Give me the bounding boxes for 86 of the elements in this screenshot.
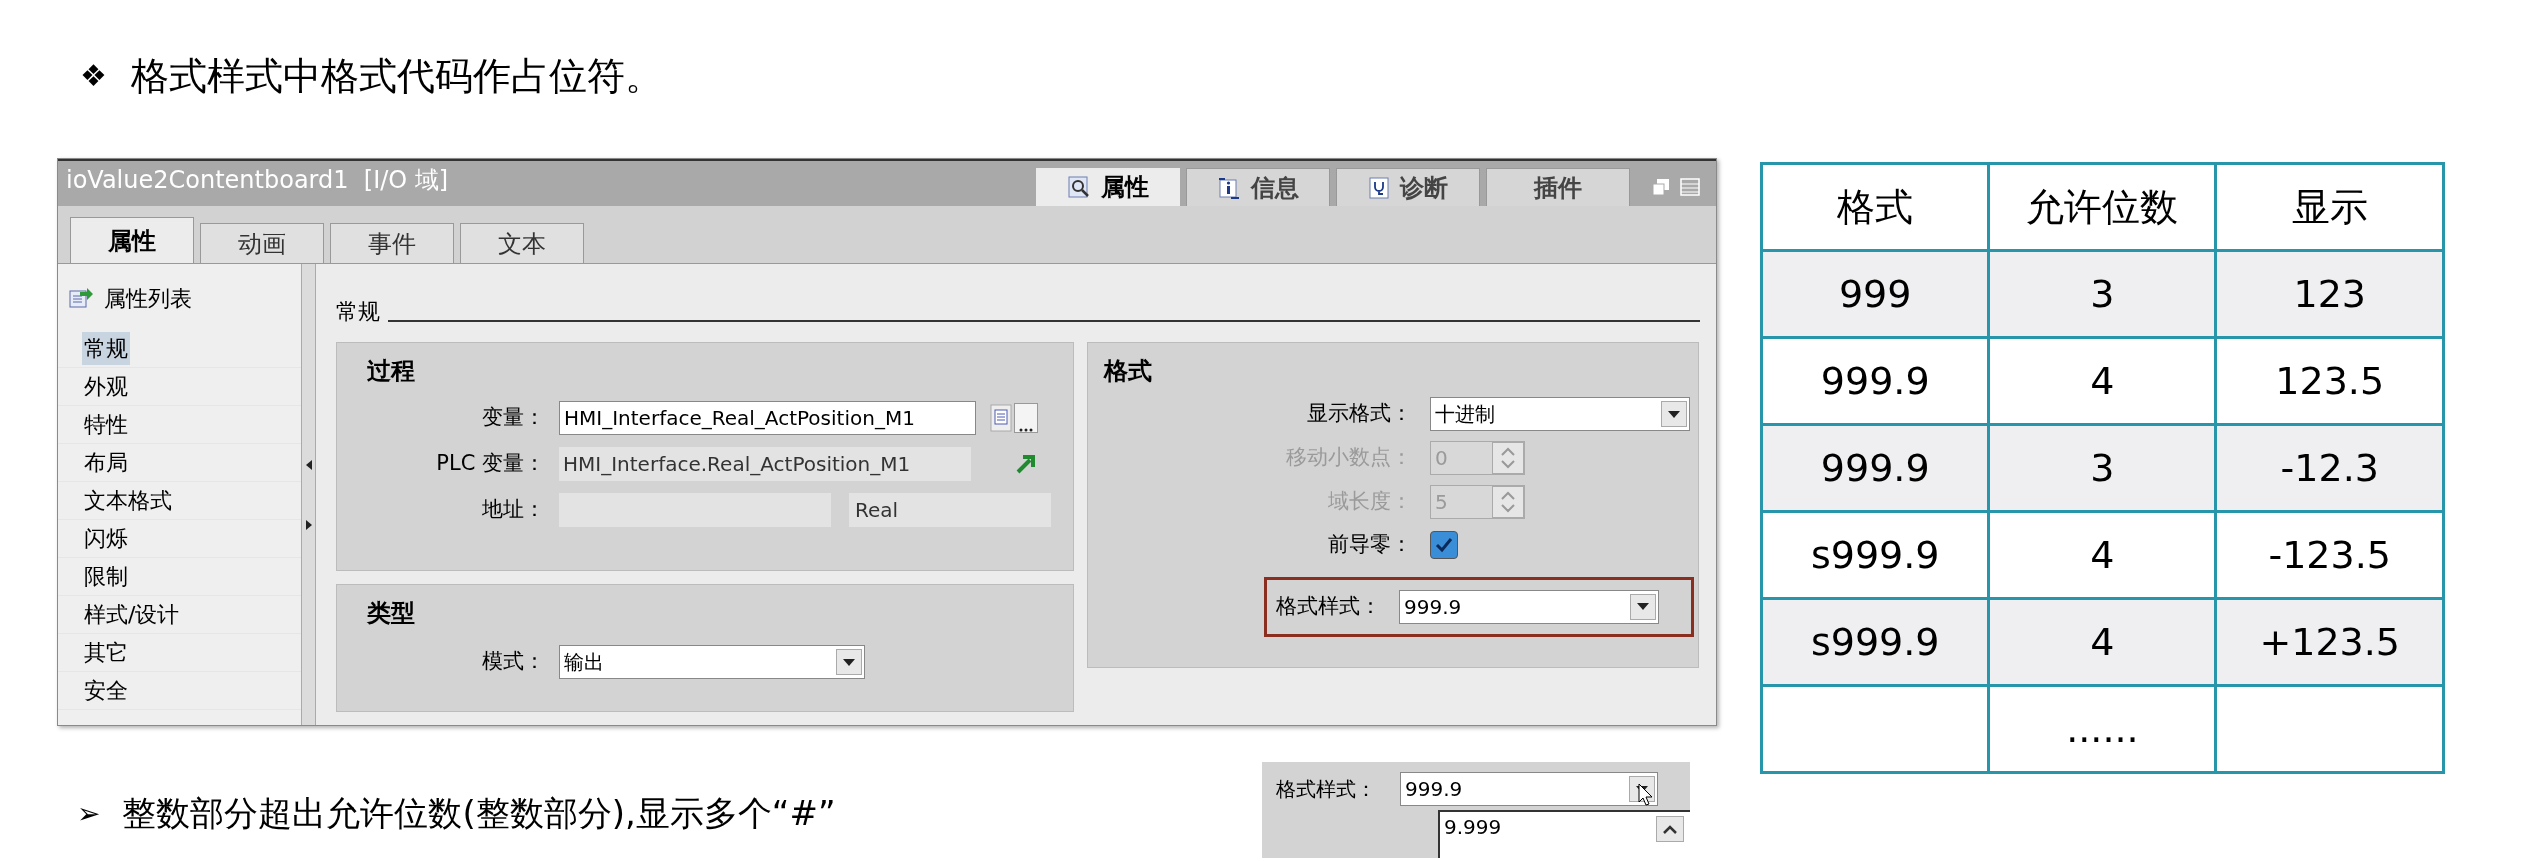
column-header: 格式 — [1761, 163, 1989, 251]
arrow-bullet-icon: ➢ — [77, 792, 101, 835]
sidebar-item[interactable]: 常规 — [82, 332, 130, 365]
field-label: 地址： — [481, 496, 545, 524]
table-cell: 999.9 — [1820, 445, 1930, 490]
panel-tab[interactable]: 信息 — [1186, 168, 1330, 206]
panel-tab[interactable]: 插件 — [1486, 168, 1630, 206]
table-cell: 123.5 — [2275, 358, 2385, 403]
field-label: 变量： — [481, 404, 545, 432]
stethoscope-icon — [1368, 175, 1390, 200]
arrow-icon[interactable] — [1015, 453, 1037, 475]
browse-button[interactable] — [1014, 403, 1038, 433]
field-label: 移动小数点： — [1285, 444, 1412, 472]
scroll-up-button[interactable] — [1656, 816, 1684, 842]
table-cell: -123.5 — [2268, 532, 2391, 577]
dropdown-option[interactable]: 9.999 — [1444, 812, 1656, 842]
caret-icon — [1668, 410, 1680, 418]
right-arrow-icon[interactable] — [304, 518, 313, 531]
tab[interactable]: 动画 — [200, 223, 324, 263]
table-cell: -12.3 — [2280, 445, 2379, 490]
table-cell: 4 — [2090, 532, 2115, 577]
dropdown-list[interactable]: 9.999 — [1438, 810, 1690, 858]
table-cell: +123.5 — [2259, 619, 2401, 664]
up-down-icon — [1492, 442, 1524, 474]
caret-icon — [843, 658, 855, 666]
field-label: 格式样式： — [1276, 776, 1376, 803]
format-pattern-dropdown[interactable]: 999.9 — [1400, 772, 1658, 806]
window-title: ioValue2Contentboard1 [I/O 域] — [65, 165, 449, 196]
group-title: 类型 — [367, 598, 416, 629]
panel-tab[interactable]: 诊断 — [1336, 168, 1480, 206]
section-title: 常规 — [336, 298, 380, 326]
display-format-dropdown[interactable]: 十进制 — [1430, 397, 1690, 431]
tag-field[interactable]: HMI_Interface_Real_ActPosition_M1 — [559, 401, 976, 435]
heading-text: 格式样式中格式代码作占位符。 — [130, 53, 663, 100]
sidebar-header: 属性列表 — [104, 284, 192, 313]
tab[interactable]: 属性 — [70, 217, 194, 263]
format-pattern-dropdown[interactable]: 999.9 — [1399, 589, 1659, 624]
tab[interactable]: 事件 — [330, 223, 454, 263]
sidebar-item[interactable]: 样式/设计 — [82, 598, 182, 631]
field-label: 模式： — [481, 648, 545, 676]
dropdown-button[interactable] — [836, 649, 862, 675]
note-text: 整数部分超出允许位数(整数部分),显示多个“#” — [122, 792, 836, 835]
info-icon — [1217, 175, 1241, 200]
sidebar-item[interactable]: 限制 — [82, 560, 130, 593]
list-arrow-icon — [68, 286, 94, 310]
table-cell: 4 — [2090, 358, 2115, 403]
checkbox[interactable] — [1430, 530, 1458, 559]
field-label: 显示格式： — [1306, 400, 1412, 428]
left-arrow-icon[interactable] — [304, 458, 313, 471]
table-cell: 3 — [2090, 445, 2115, 490]
table-cell: s999.9 — [1810, 532, 1940, 577]
sidebar-item[interactable]: 闪烁 — [82, 522, 130, 555]
sidebar-item[interactable]: 特性 — [82, 408, 130, 441]
sidebar-item[interactable]: 外观 — [82, 370, 130, 403]
mode-dropdown[interactable]: 输出 — [559, 645, 865, 679]
sidebar-item[interactable]: 其它 — [82, 636, 130, 669]
magnifier-icon — [1067, 175, 1091, 199]
ellipsis-icon — [1019, 428, 1033, 432]
check-icon — [1435, 536, 1453, 553]
data-type-field: Real — [849, 493, 1051, 527]
sidebar-item[interactable]: 文本格式 — [82, 484, 174, 517]
dropdown-button[interactable] — [1661, 401, 1687, 427]
sidebar-item[interactable]: 布局 — [82, 446, 130, 479]
table-cell: 4 — [2090, 619, 2115, 664]
caret-icon — [1637, 603, 1649, 610]
table-cell: 123 — [2293, 271, 2366, 316]
table-cell: ...... — [2066, 706, 2139, 751]
chevron-up-icon — [1663, 824, 1677, 834]
bullet-icon: ❖ — [80, 48, 107, 104]
field-label: PLC 变量： — [435, 450, 545, 478]
group-title: 过程 — [367, 356, 416, 387]
plc-tag-field: HMI_Interface.Real_ActPosition_M1 — [559, 447, 971, 481]
up-down-icon — [1492, 486, 1524, 518]
table-cell: 999.9 — [1820, 358, 1930, 403]
group-title: 格式 — [1104, 356, 1153, 387]
field-label: 域长度： — [1327, 488, 1412, 516]
cursor-icon — [1638, 783, 1654, 807]
field-label: 格式样式： — [1275, 592, 1381, 620]
panel-tab[interactable]: 属性 — [1036, 168, 1180, 206]
table-cell: 999 — [1838, 271, 1912, 316]
field-label: 前导零： — [1327, 531, 1412, 558]
tab[interactable]: 文本 — [460, 223, 584, 263]
table-cell: 3 — [2090, 271, 2115, 316]
sidebar-item[interactable]: 安全 — [82, 674, 130, 707]
dropdown-button[interactable] — [1630, 593, 1656, 620]
table-cell: s999.9 — [1810, 619, 1940, 664]
